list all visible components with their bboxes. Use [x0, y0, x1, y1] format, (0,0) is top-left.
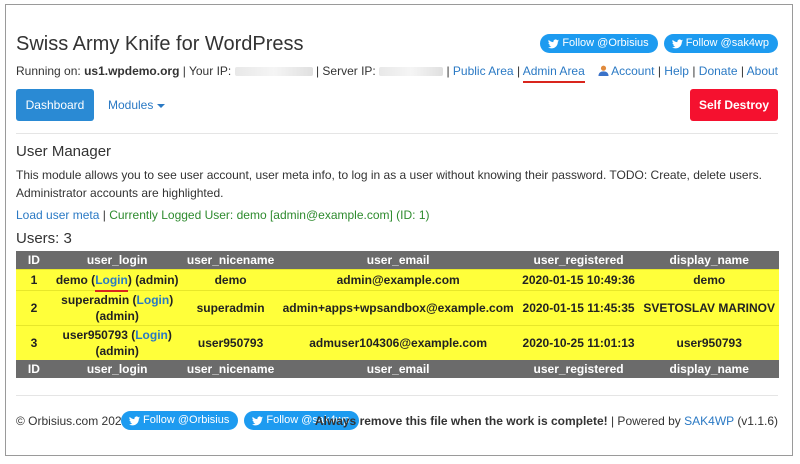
- table-header-row: ID user_login user_nicename user_email u…: [16, 251, 779, 269]
- section-title: User Manager: [16, 143, 112, 160]
- table-row: 2 superadmin (Login) (admin) superadmin …: [16, 289, 779, 325]
- follow-sak4wp-button[interactable]: Follow @sak4wp: [663, 34, 778, 53]
- col-display-name: display_name: [639, 359, 779, 378]
- cell-user-registered: 2020-01-15 10:49:36: [517, 268, 640, 290]
- caret-down-icon: [157, 103, 166, 108]
- admin-area-link[interactable]: Admin Area: [522, 64, 585, 83]
- cell-id: 1: [16, 268, 52, 290]
- cell-user-email: admuser104306@example.com: [278, 324, 518, 360]
- users-table: ID user_login user_nicename user_email u…: [16, 251, 779, 378]
- col-user-email: user_email: [278, 359, 518, 378]
- donate-link[interactable]: Donate: [699, 64, 738, 78]
- twitter-bird-icon: [252, 415, 264, 425]
- header-twitter-buttons: Follow @Orbisius Follow @sak4wp: [540, 34, 778, 53]
- powered-by-label: | Powered by: [610, 414, 681, 428]
- separator: |: [516, 64, 521, 78]
- login-name: demo: [55, 272, 88, 287]
- warning-text: Always remove this file when the work is…: [314, 414, 608, 428]
- cell-display-name: user950793: [639, 324, 779, 360]
- col-id: ID: [16, 251, 52, 269]
- redacted-your-ip: [234, 67, 313, 77]
- dashboard-button[interactable]: Dashboard: [16, 89, 94, 121]
- modules-label: Modules: [108, 98, 154, 112]
- version: (v1.1.6): [737, 414, 778, 428]
- cell-user-login: superadmin (Login) (admin): [51, 289, 183, 325]
- login-as-link[interactable]: Login: [135, 328, 168, 342]
- modules-dropdown[interactable]: Modules: [108, 98, 166, 112]
- table-row: 3 user950793 (Login) (admin) user950793 …: [16, 324, 779, 360]
- follow-orbisius-label: Follow @Orbisius: [143, 414, 230, 426]
- copyright: © Orbisius.com 2022: [16, 414, 129, 428]
- col-user-nicename: user_nicename: [182, 251, 279, 269]
- login-name: superadmin: [61, 292, 130, 307]
- twitter-bird-icon: [548, 38, 560, 48]
- separator: |: [102, 208, 106, 222]
- logged-user-status: Currently Logged User: demo [admin@examp…: [109, 208, 430, 222]
- public-area-link[interactable]: Public Area: [453, 64, 514, 78]
- cell-id: 2: [16, 289, 52, 325]
- module-description: This module allows you to see user accou…: [16, 168, 762, 200]
- login-as-link[interactable]: Login: [95, 272, 128, 292]
- follow-orbisius-label: Follow @Orbisius: [562, 37, 649, 49]
- cell-user-nicename: demo: [182, 268, 279, 290]
- col-user-registered: user_registered: [517, 251, 640, 269]
- table-row: 1 demo (Login) (admin) demo admin@exampl…: [16, 268, 779, 292]
- separator: |: [740, 64, 744, 78]
- col-user-login: user_login: [51, 251, 183, 269]
- separator: |: [692, 64, 696, 78]
- cell-display-name: SVETOSLAV MARINOV: [639, 289, 779, 325]
- divider: [16, 395, 778, 396]
- col-user-registered: user_registered: [517, 359, 640, 378]
- login-as-link[interactable]: Login: [137, 293, 170, 307]
- host-name: us1.wpdemo.org: [84, 64, 180, 78]
- col-user-nicename: user_nicename: [182, 359, 279, 378]
- divider: [16, 133, 778, 134]
- cell-id: 3: [16, 324, 52, 360]
- follow-sak4wp-label: Follow @sak4wp: [685, 37, 769, 49]
- redacted-server-ip: [379, 67, 444, 77]
- sak4wp-link[interactable]: SAK4WP: [684, 414, 734, 428]
- cell-user-email: admin@example.com: [278, 268, 518, 290]
- user-actions: Load user meta | Currently Logged User: …: [16, 208, 430, 222]
- follow-orbisius-button[interactable]: Follow @Orbisius: [121, 411, 239, 430]
- your-ip-label: | Your IP:: [182, 64, 232, 78]
- about-link[interactable]: About: [747, 64, 778, 78]
- separator: |: [446, 64, 450, 78]
- separator: |: [657, 64, 661, 78]
- help-link[interactable]: Help: [664, 64, 689, 78]
- server-ip-label: | Server IP:: [315, 64, 376, 78]
- cell-user-login: user950793 (Login) (admin): [51, 324, 183, 360]
- user-icon: [598, 65, 609, 76]
- cell-user-nicename: user950793: [182, 324, 279, 360]
- twitter-bird-icon: [671, 38, 683, 48]
- load-user-meta-link[interactable]: Load user meta: [16, 208, 99, 222]
- cell-user-login: demo (Login) (admin): [51, 268, 183, 292]
- col-id: ID: [16, 359, 52, 378]
- login-name: user950793: [62, 327, 128, 342]
- twitter-bird-icon: [129, 415, 140, 425]
- role: (admin): [135, 272, 179, 287]
- footer-right: Always remove this file when the work is…: [315, 414, 778, 428]
- page-title: Swiss Army Knife for WordPress: [16, 33, 304, 55]
- main-nav: Dashboard Modules Self Destroy: [16, 89, 778, 123]
- cell-user-nicename: superadmin: [182, 289, 279, 325]
- follow-orbisius-button[interactable]: Follow @Orbisius: [540, 34, 658, 53]
- col-display-name: display_name: [639, 251, 779, 269]
- cell-user-email: admin+apps+wpsandbox@example.com: [278, 289, 518, 325]
- col-user-email: user_email: [278, 251, 518, 269]
- cell-display-name: demo: [639, 268, 779, 290]
- running-on-label: Running on:: [16, 64, 81, 78]
- self-destroy-button[interactable]: Self Destroy: [690, 89, 778, 121]
- server-info-bar: Running on: us1.wpdemo.org | Your IP: | …: [16, 64, 585, 83]
- users-count: Users: 3: [16, 230, 72, 247]
- col-user-login: user_login: [51, 359, 183, 378]
- role: (admin): [95, 343, 139, 358]
- cell-user-registered: 2020-01-15 11:45:35: [517, 289, 640, 325]
- cell-user-registered: 2020-10-25 11:01:13: [517, 324, 640, 360]
- account-links: Account | Help | Donate | About: [598, 64, 778, 78]
- role: (admin): [95, 308, 139, 323]
- app-frame: Swiss Army Knife for WordPress Follow @O…: [5, 4, 793, 456]
- account-link[interactable]: Account: [611, 64, 654, 78]
- table-footer-row: ID user_login user_nicename user_email u…: [16, 359, 779, 378]
